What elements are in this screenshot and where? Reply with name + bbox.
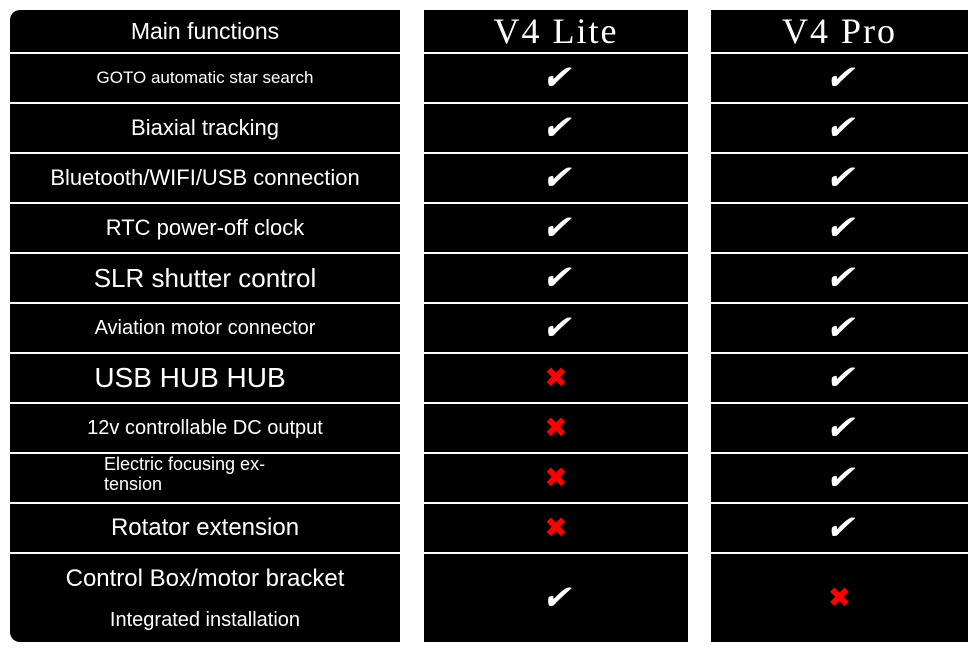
check-mark-icon: ✔ (825, 509, 854, 547)
check-mark-icon: ✔ (541, 209, 571, 247)
feature-row: USB HUB HUB (10, 354, 400, 402)
pro-support-cell: ✔ (711, 254, 968, 302)
check-mark-icon: ✔ (541, 309, 571, 347)
feature-row: 12v controllable DC output (10, 404, 400, 452)
lite-support-cell: ✔ (424, 54, 688, 102)
feature-label: Electric focusing ex- (104, 454, 266, 474)
lite-support-cell: ✔ (424, 304, 688, 352)
header-v4-lite: V4 Lite (424, 10, 688, 52)
feature-row: Control Box/motor bracket Integrated ins… (10, 554, 400, 642)
feature-row: Aviation motor connector (10, 304, 400, 352)
check-mark-icon: ✔ (541, 59, 571, 97)
lite-support-cell: ✖ (424, 504, 688, 552)
feature-row: GOTO automatic star search (10, 54, 400, 102)
pro-support-cell: ✔ (711, 304, 968, 352)
header-label: Main functions (130, 17, 280, 44)
pro-support-cell: ✔ (711, 504, 968, 552)
v4-lite-column: V4 Lite ✔ ✔ ✔ ✔ ✔ ✔ ✖ ✖ ✖ ✖ ✔ (424, 10, 688, 642)
lite-support-cell: ✔ (424, 254, 688, 302)
feature-label: Rotator extension (110, 514, 300, 541)
check-mark-icon: ✔ (825, 409, 854, 447)
lite-support-cell: ✖ (424, 454, 688, 502)
check-mark-icon: ✔ (825, 59, 854, 97)
pro-support-cell: ✔ (711, 454, 968, 502)
lite-support-cell: ✔ (424, 154, 688, 202)
check-mark-icon: ✔ (825, 259, 854, 297)
check-mark-icon: ✔ (541, 159, 571, 197)
check-mark-icon: ✔ (541, 109, 571, 147)
pro-support-cell: ✔ (711, 404, 968, 452)
feature-label: Control Box/motor bracket (65, 564, 345, 592)
feature-row: Bluetooth/WIFI/USB connection (10, 154, 400, 202)
header-label: V4 Lite (493, 11, 619, 51)
cross-mark-icon: ✖ (544, 512, 568, 543)
lite-support-cell: ✔ (424, 554, 688, 642)
pro-support-cell: ✔ (711, 154, 968, 202)
feature-row: Electric focusing ex-tension (10, 454, 400, 502)
header-v4-pro: V4 Pro (711, 10, 968, 52)
lite-support-cell: ✔ (424, 104, 688, 152)
pro-support-cell: ✔ (711, 104, 968, 152)
pro-support-cell: ✔ (711, 204, 968, 252)
header-main-functions: Main functions (10, 10, 400, 52)
check-mark-icon: ✔ (541, 579, 571, 617)
check-mark-icon: ✔ (825, 209, 854, 247)
cross-mark-icon: ✖ (544, 362, 568, 393)
lite-support-cell: ✖ (424, 354, 688, 402)
feature-row: Biaxial tracking (10, 104, 400, 152)
pro-support-cell: ✖ (711, 554, 968, 642)
cross-mark-icon: ✖ (544, 462, 568, 493)
v4-pro-column: V4 Pro ✔ ✔ ✔ ✔ ✔ ✔ ✔ ✔ ✔ ✔ ✖ (711, 10, 968, 642)
features-column: Main functions GOTO automatic star searc… (10, 10, 400, 642)
lite-support-cell: ✔ (424, 204, 688, 252)
feature-label: USB HUB HUB (94, 362, 286, 393)
feature-label: SLR shutter control (93, 262, 317, 293)
feature-label: Bluetooth/WIFI/USB connection (50, 165, 360, 190)
feature-row: RTC power-off clock (10, 204, 400, 252)
check-mark-icon: ✔ (541, 259, 571, 297)
feature-row: Rotator extension (10, 504, 400, 552)
check-mark-icon: ✔ (825, 359, 854, 397)
cross-mark-icon: ✖ (827, 582, 852, 613)
check-mark-icon: ✔ (825, 459, 854, 497)
feature-label: Biaxial tracking (131, 115, 279, 140)
check-mark-icon: ✔ (825, 159, 854, 197)
feature-row: SLR shutter control (10, 254, 400, 302)
feature-label-line2: Integrated installation (109, 608, 301, 631)
feature-label: Aviation motor connector (94, 316, 316, 339)
feature-label: GOTO automatic star search (96, 68, 314, 87)
check-mark-icon: ✔ (825, 309, 854, 347)
feature-label: 12v controllable DC output (87, 416, 323, 439)
cross-mark-icon: ✖ (544, 412, 568, 443)
lite-support-cell: ✖ (424, 404, 688, 452)
feature-label-line2: tension (104, 474, 163, 494)
header-label: V4 Pro (781, 11, 897, 51)
check-mark-icon: ✔ (825, 109, 854, 147)
pro-support-cell: ✔ (711, 354, 968, 402)
feature-label: RTC power-off clock (105, 215, 305, 240)
pro-support-cell: ✔ (711, 54, 968, 102)
